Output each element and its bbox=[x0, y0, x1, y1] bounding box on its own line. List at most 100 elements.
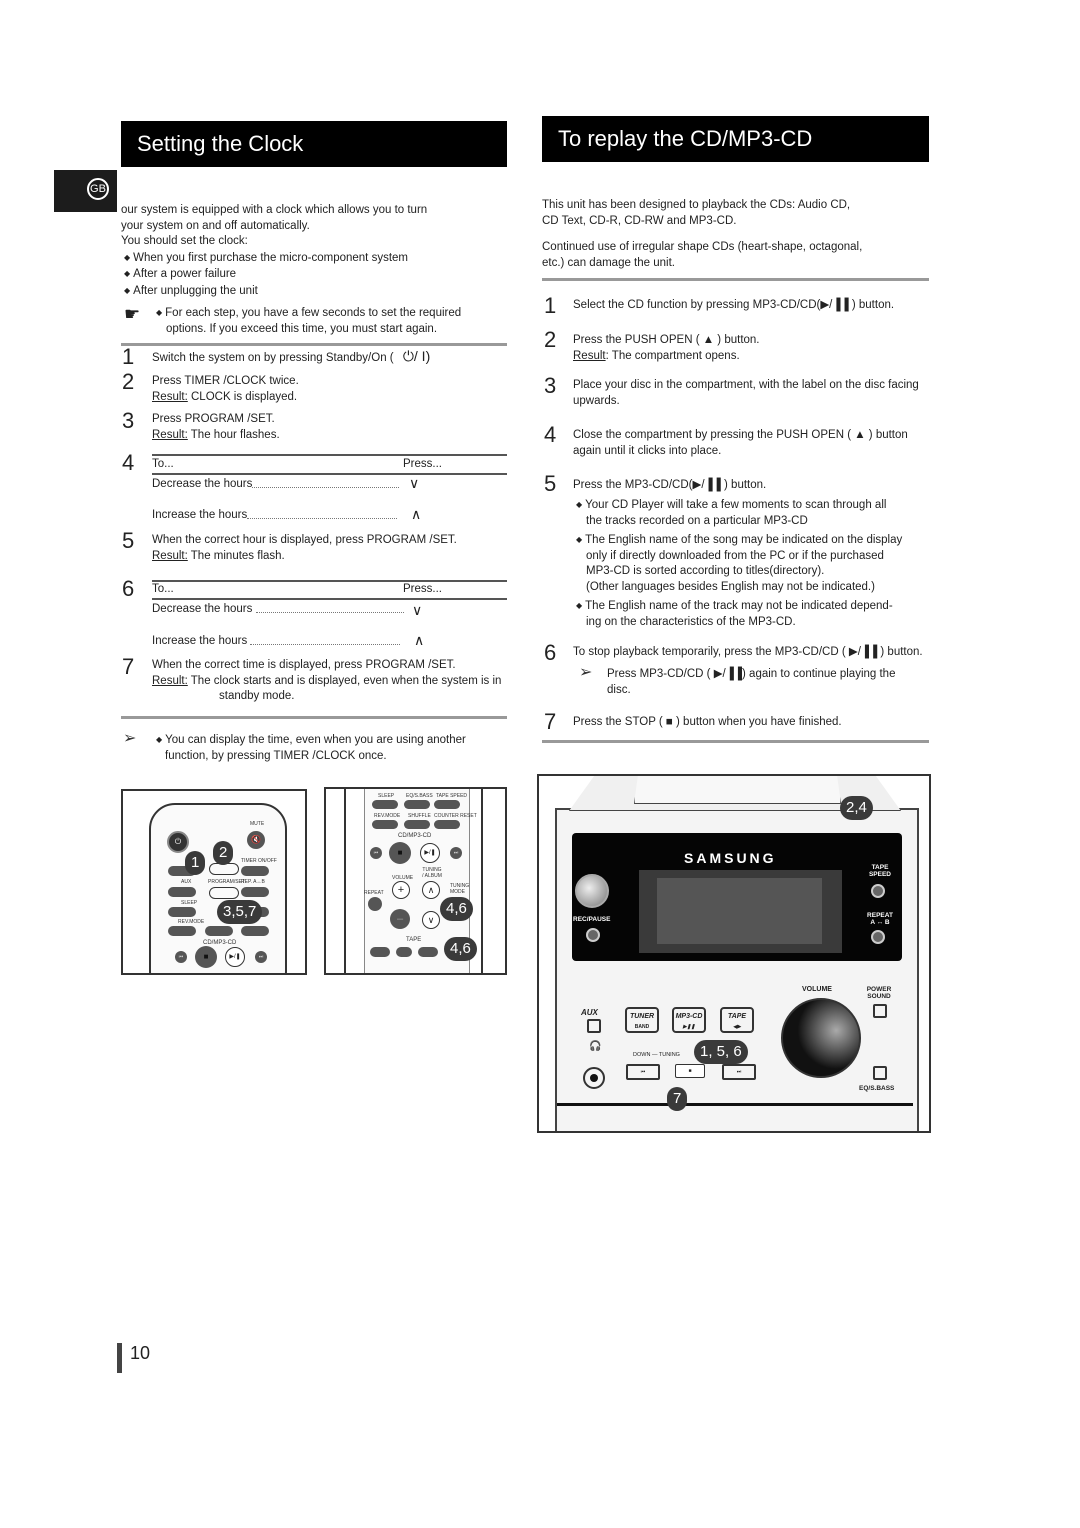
tuner-label: TUNER bbox=[629, 1013, 655, 1020]
table-rule bbox=[152, 454, 507, 456]
result-text: CLOCK is displayed. bbox=[187, 390, 298, 403]
tuning-mode-label: TUNING MODE bbox=[450, 883, 470, 895]
aux-button bbox=[587, 1019, 601, 1033]
note: For each step, you have a few seconds to… bbox=[156, 305, 461, 337]
repeat-label: REPEAT bbox=[364, 890, 384, 896]
callout-badge: 2,4 bbox=[840, 796, 873, 820]
timer-label: TIMER ON/OFF bbox=[241, 858, 277, 864]
intro-line: etc.) can damage the unit. bbox=[542, 256, 675, 269]
bullet-line: MP3-CD is sorted according to titles(dir… bbox=[586, 565, 825, 577]
shuffle-label: SHUFFLE bbox=[408, 813, 431, 819]
row-label: Decrease the hours bbox=[152, 478, 253, 490]
column-header-to: To... bbox=[152, 583, 174, 595]
table-rule bbox=[152, 580, 507, 582]
bullet-item: When you first purchase the micro-compon… bbox=[124, 250, 427, 267]
tape-speed-button bbox=[871, 884, 885, 898]
intro-line: Continued use of irregular shape CDs (he… bbox=[542, 241, 863, 253]
chevron-down-icon: ∨ bbox=[412, 602, 423, 618]
power-knob bbox=[575, 874, 609, 908]
tip-line: Press MP3-CD/CD ( ▶/▐▐) again to continu… bbox=[607, 668, 896, 680]
step-7-text: When the correct time is displayed, pres… bbox=[152, 658, 512, 705]
note-line: options. If you exceed this time, you mu… bbox=[166, 322, 438, 335]
repeat-label: REP. A↔B bbox=[241, 879, 265, 885]
step-number: 7 bbox=[544, 709, 557, 734]
title-text: To replay the CD/MP3-CD bbox=[558, 126, 813, 151]
step-number: 4 bbox=[544, 422, 557, 447]
note-line: For each step, you have a few seconds to… bbox=[156, 305, 461, 322]
step-text: Switch the system on by pressing Standby… bbox=[152, 352, 394, 364]
result-label: Result: bbox=[152, 428, 188, 441]
page-marker bbox=[117, 1343, 122, 1373]
bullet-line: Your CD Player will take a few moments t… bbox=[576, 497, 902, 514]
arrow-tip-icon: ➢ bbox=[123, 730, 137, 747]
result-text: The hour flashes. bbox=[187, 428, 280, 441]
dot-leader bbox=[255, 604, 404, 614]
bullet-line: only if directly downloaded from the PC … bbox=[586, 549, 884, 562]
prev-button: ⏮ bbox=[626, 1064, 660, 1080]
callout-badge: 2 bbox=[213, 841, 234, 865]
section-title-setting-clock: Setting the Clock bbox=[121, 121, 507, 167]
step-number: 6 bbox=[122, 576, 135, 601]
result-text: The minutes flash. bbox=[187, 549, 285, 562]
cd-section-label: CD/MP3-CD bbox=[203, 940, 237, 946]
tuner-button: TUNER BAND bbox=[625, 1007, 659, 1033]
power-sound-button bbox=[873, 1004, 887, 1018]
repeat-button bbox=[368, 897, 382, 911]
repeat-label: REPEAT A ↔ B bbox=[867, 912, 893, 926]
table-rule bbox=[152, 598, 507, 600]
aux-label: AUX bbox=[181, 879, 192, 885]
volume-knob bbox=[781, 998, 861, 1078]
cd-lid bbox=[634, 776, 841, 804]
arrow-tip-icon: ➢ bbox=[579, 664, 593, 681]
pointing-hand-icon: ☛ bbox=[124, 304, 141, 324]
result-label: Result bbox=[573, 349, 606, 362]
eq-button bbox=[873, 1066, 887, 1080]
dot-leader bbox=[250, 636, 401, 646]
rec-pause-label: REC/PAUSE bbox=[573, 916, 611, 923]
result-text: : The compartment opens. bbox=[605, 349, 740, 362]
callout-badge: 1, 5, 6 bbox=[694, 1040, 748, 1064]
title-text: Setting the Clock bbox=[137, 131, 304, 156]
stop-icon: ■ bbox=[389, 842, 411, 864]
eq-label: EQ/S.BASS bbox=[859, 1085, 895, 1092]
sleep-label: SLEEP bbox=[378, 793, 395, 799]
eq-label: EQ/S.BASS bbox=[406, 793, 433, 799]
step-number: 3 bbox=[122, 408, 135, 433]
volume-label: VOLUME bbox=[802, 986, 832, 993]
step-text: When the correct hour is displayed, pres… bbox=[152, 534, 457, 546]
divider bbox=[542, 740, 929, 743]
base-line bbox=[557, 1103, 913, 1106]
remote-illustration-1: MUTE ⏻ 🔇 TIMER ON/OFF AUX PROGRAM/SET RE… bbox=[121, 789, 307, 975]
divider bbox=[121, 343, 507, 346]
step-3-text: Place your disc in the compartment, with… bbox=[573, 378, 919, 409]
table-row: Increase the hours bbox=[152, 508, 398, 524]
intro-line: our system is equipped with a clock whic… bbox=[121, 204, 428, 216]
callout-badge: 7 bbox=[667, 1087, 688, 1111]
divider bbox=[121, 716, 507, 719]
step-2-text: Press TIMER /CLOCK twice. Result: CLOCK … bbox=[152, 374, 299, 405]
next-button: ⏭ bbox=[722, 1064, 756, 1080]
step-text: When the correct time is displayed, pres… bbox=[152, 659, 456, 671]
step-number: 4 bbox=[122, 450, 135, 475]
result-text: standby mode. bbox=[219, 690, 295, 702]
prev-icon: ⏮ bbox=[175, 951, 187, 963]
program-set-label: PROGRAM/SET bbox=[208, 879, 245, 885]
bullet-line: The English name of the track may not be… bbox=[576, 598, 902, 615]
step-6-tip: Press MP3-CD/CD ( ▶/▐▐) again to continu… bbox=[607, 667, 895, 698]
band-label: BAND bbox=[634, 1024, 650, 1030]
intro-1: This unit has been designed to playback … bbox=[542, 198, 850, 229]
bullet-line: the tracks recorded on a particular MP3-… bbox=[586, 514, 808, 527]
play-pause-icon: ▶/❚ bbox=[420, 843, 440, 863]
step-4-text: Close the compartment by pressing the PU… bbox=[573, 428, 908, 459]
volume-down-icon: – bbox=[390, 909, 410, 929]
play-pause-icon: ▶/❚ bbox=[225, 947, 245, 967]
dot-leader bbox=[247, 510, 398, 520]
callout-badge: 4,6 bbox=[444, 937, 477, 961]
step-6-text: To stop playback temporarily, press the … bbox=[573, 646, 923, 658]
step-text: again until it clicks into place. bbox=[573, 444, 722, 457]
brand-logo: SAMSUNG bbox=[684, 850, 777, 866]
stop-icon: ■ bbox=[195, 946, 217, 968]
row-label: Decrease the hours bbox=[152, 603, 256, 615]
intro-text: our system is equipped with a clock whic… bbox=[121, 203, 427, 299]
step-text: upwards. bbox=[573, 394, 620, 407]
